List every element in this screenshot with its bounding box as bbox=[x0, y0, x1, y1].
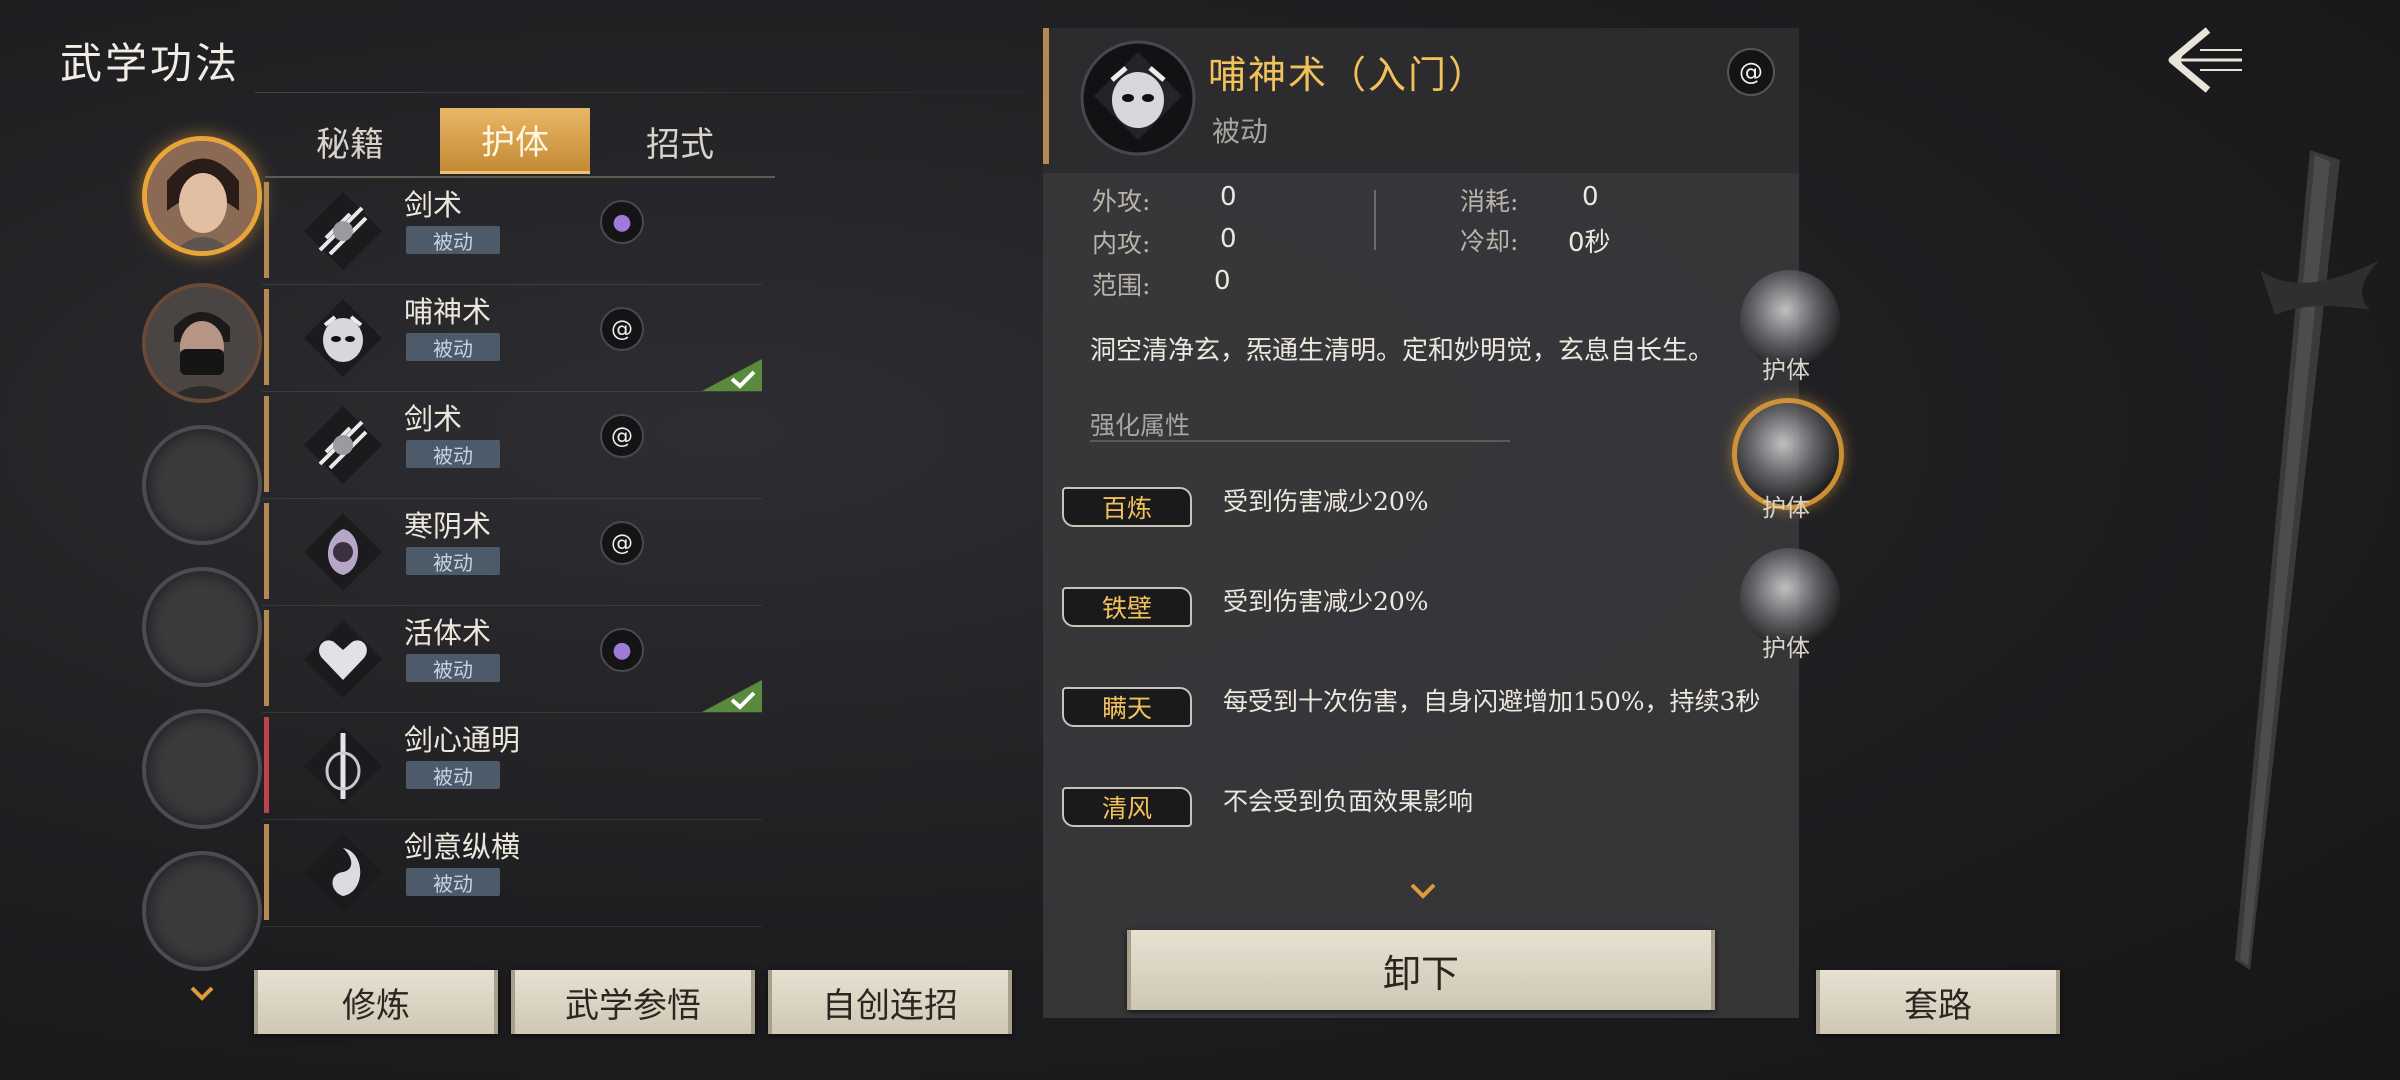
cooldown-label: 冷却: bbox=[1460, 227, 1519, 256]
skill-row[interactable]: 哺神术 被动 @ bbox=[262, 285, 762, 392]
train-button[interactable]: 修炼 bbox=[254, 970, 498, 1034]
back-arrow-icon[interactable] bbox=[2150, 20, 2250, 100]
tab-bar: 秘籍 护体 招式 bbox=[275, 108, 775, 178]
cost-label: 消耗: bbox=[1460, 187, 1519, 216]
character-slot-empty[interactable] bbox=[142, 567, 262, 687]
stat-divider bbox=[1374, 190, 1376, 250]
heart-skill-icon bbox=[300, 616, 386, 702]
enhance-text: 不会受到负面效果影响 bbox=[1223, 787, 1474, 816]
range-label: 范围: bbox=[1092, 271, 1151, 300]
swirl-icon: @ bbox=[600, 414, 644, 458]
skill-type-badge: 被动 bbox=[406, 440, 500, 468]
tab-secret-books[interactable]: 秘籍 bbox=[275, 108, 425, 174]
enhance-text: 受到伤害减少20% bbox=[1223, 587, 1429, 616]
skill-description: 洞空清净玄，炁通生清明。定和妙明觉，玄息自长生。 bbox=[1090, 336, 1715, 366]
tab-body-protection[interactable]: 护体 bbox=[440, 108, 590, 174]
character-portrait-2[interactable] bbox=[142, 283, 262, 403]
skill-name: 剑心通明 bbox=[404, 723, 521, 757]
inner-attack-value: 0 bbox=[1220, 224, 1237, 254]
unequip-button[interactable]: 卸下 bbox=[1127, 930, 1715, 1010]
slot-label: 护体 bbox=[1762, 494, 1810, 522]
enhance-tag: 清风 bbox=[1062, 787, 1192, 827]
header-accent-bar bbox=[1043, 28, 1049, 164]
skill-type-badge: 被动 bbox=[406, 547, 500, 575]
sword-decoration-icon bbox=[2180, 140, 2400, 980]
tab-moves[interactable]: 招式 bbox=[605, 108, 755, 174]
skill-type-badge: 被动 bbox=[406, 761, 500, 789]
skill-name: 剑术 bbox=[404, 402, 463, 436]
enhance-tag: 瞒天 bbox=[1062, 687, 1192, 727]
character-slot-empty[interactable] bbox=[142, 851, 262, 971]
swirl-icon: @ bbox=[600, 521, 644, 565]
cost-value: 0 bbox=[1582, 182, 1599, 212]
header-divider bbox=[255, 92, 1035, 93]
slot-label: 护体 bbox=[1762, 356, 1810, 384]
character-slot-empty[interactable] bbox=[142, 425, 262, 545]
skill-list: 剑术 被动 ● 哺神术 被动 @ 剑术 被动 @ 寒阴术 被动 @ 活体术 被动… bbox=[262, 178, 762, 927]
cold-yin-skill-icon bbox=[300, 509, 386, 595]
chevron-down-icon[interactable] bbox=[190, 985, 214, 1001]
outer-attack-label: 外攻: bbox=[1092, 187, 1151, 216]
enhance-text: 每受到十次伤害，自身闪避增加150%，持续3秒 bbox=[1223, 687, 1761, 716]
skill-row[interactable]: 剑术 被动 @ bbox=[262, 392, 762, 499]
sword-heart-skill-icon bbox=[300, 723, 386, 809]
purple-drop-icon: ● bbox=[600, 628, 644, 672]
swirl-icon: @ bbox=[1727, 48, 1775, 96]
skill-type-badge: 被动 bbox=[406, 333, 500, 361]
enhance-tag: 百炼 bbox=[1062, 487, 1192, 527]
purple-drop-icon: ● bbox=[600, 200, 644, 244]
skill-row[interactable]: 活体术 被动 ● bbox=[262, 606, 762, 713]
chevron-down-icon[interactable] bbox=[1410, 882, 1436, 900]
enhance-text: 受到伤害减少20% bbox=[1223, 487, 1429, 516]
range-value: 0 bbox=[1214, 266, 1231, 296]
inner-attack-label: 内攻: bbox=[1092, 229, 1151, 258]
sword-skill-icon bbox=[300, 402, 386, 488]
skill-type-badge: 被动 bbox=[406, 654, 500, 682]
skill-detail-type: 被动 bbox=[1212, 115, 1269, 148]
character-slot-empty[interactable] bbox=[142, 709, 262, 829]
skill-row[interactable]: 寒阴术 被动 @ bbox=[262, 499, 762, 606]
skill-row[interactable]: 剑心通明 被动 bbox=[262, 713, 762, 820]
routine-button[interactable]: 套路 bbox=[1816, 970, 2060, 1034]
enhance-tag: 铁壁 bbox=[1062, 587, 1192, 627]
skill-name: 剑意纵横 bbox=[404, 830, 521, 864]
skill-name: 活体术 bbox=[404, 616, 492, 650]
skill-name: 哺神术 bbox=[404, 295, 492, 329]
skill-type-badge: 被动 bbox=[406, 868, 500, 896]
skill-row[interactable]: 剑意纵横 被动 bbox=[262, 820, 762, 927]
demon-mask-skill-icon bbox=[1078, 38, 1198, 158]
skill-type-badge: 被动 bbox=[406, 226, 500, 254]
slot-label: 护体 bbox=[1762, 634, 1810, 662]
skill-name: 剑术 bbox=[404, 188, 463, 222]
sword-skill-icon bbox=[300, 188, 386, 274]
outer-attack-value: 0 bbox=[1220, 182, 1237, 212]
skill-name: 寒阴术 bbox=[404, 509, 492, 543]
custom-combo-button[interactable]: 自创连招 bbox=[768, 970, 1012, 1034]
skill-detail-name: 哺神术（入门） bbox=[1208, 53, 1489, 97]
equipped-check-icon bbox=[702, 680, 762, 712]
cooldown-value: 0秒 bbox=[1568, 228, 1611, 258]
enhance-title: 强化属性 bbox=[1090, 411, 1191, 440]
enhance-divider bbox=[1090, 440, 1510, 442]
equipped-check-icon bbox=[702, 359, 762, 391]
character-portrait-1[interactable] bbox=[142, 136, 262, 256]
swirl-icon: @ bbox=[600, 307, 644, 351]
sword-intent-skill-icon bbox=[300, 830, 386, 916]
martial-insight-button[interactable]: 武学参悟 bbox=[511, 970, 755, 1034]
page-title: 武学功法 bbox=[60, 39, 241, 88]
skill-row[interactable]: 剑术 被动 ● bbox=[262, 178, 762, 285]
demon-mask-skill-icon bbox=[300, 295, 386, 381]
